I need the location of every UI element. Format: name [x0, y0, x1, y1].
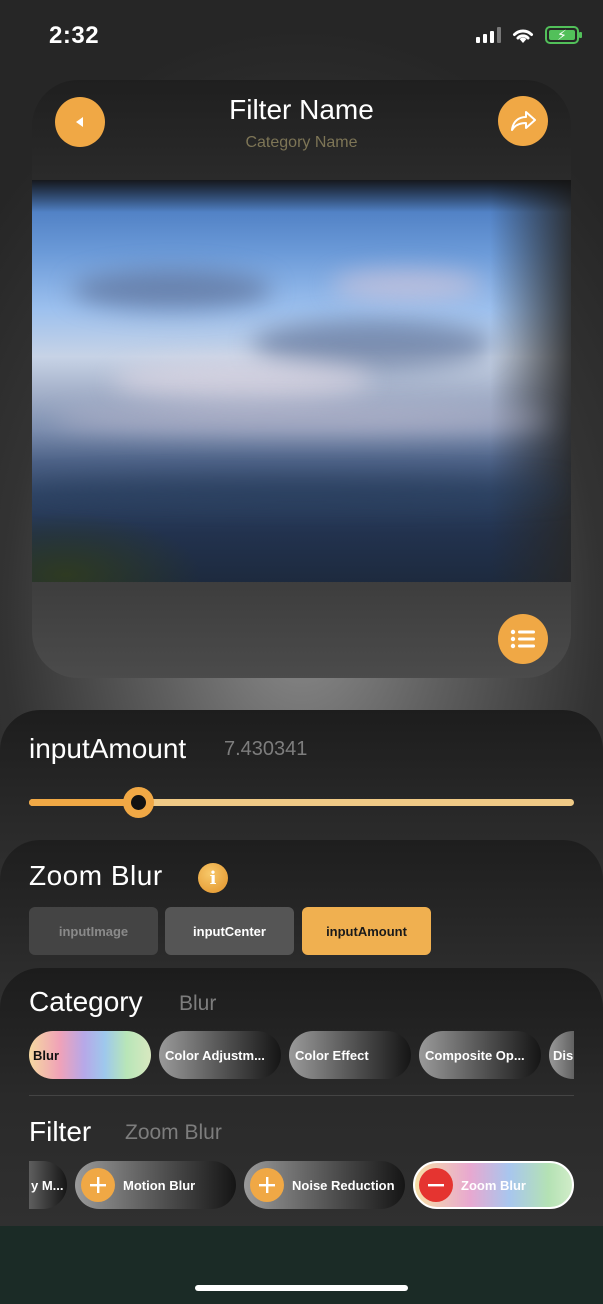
share-button[interactable] [498, 96, 548, 146]
add-icon [81, 1168, 115, 1202]
category-item-label: Dis [553, 1047, 574, 1063]
filter-title: Zoom Blur [29, 860, 163, 891]
category-item-color-effect[interactable]: Color Effect [289, 1031, 411, 1079]
input-chip-inputcenter[interactable]: inputCenter [165, 907, 294, 955]
remove-icon [419, 1168, 453, 1202]
slider-thumb[interactable] [123, 787, 154, 818]
category-item-label: Blur [33, 1047, 59, 1063]
filter-item-noise-reduction[interactable]: Noise Reduction [244, 1161, 405, 1209]
battery-charging-icon: ⚡ [545, 26, 582, 44]
filter-value: Zoom Blur [125, 1121, 222, 1144]
filter-item-label: Noise Reduction [292, 1177, 395, 1193]
info-icon: i [209, 867, 217, 889]
filter-item-label: y M... [31, 1177, 64, 1193]
filter-list-button[interactable] [498, 614, 548, 664]
filter-item-motion-blur[interactable]: Motion Blur [75, 1161, 236, 1209]
filter-item-label: Motion Blur [123, 1177, 196, 1193]
category-item-label: Color Adjustm... [165, 1047, 265, 1063]
category-item-distortion[interactable]: Dis [549, 1031, 574, 1079]
category-list[interactable]: Blur Color Adjustm... Color Effect Compo… [29, 1031, 574, 1079]
add-icon [250, 1168, 284, 1202]
input-chip-inputimage[interactable]: inputImage [29, 907, 158, 955]
divider [29, 1095, 574, 1096]
category-item-label: Color Effect [295, 1047, 369, 1063]
filter-name-title: Filter Name [229, 94, 374, 125]
status-icons: ⚡ [476, 26, 582, 44]
category-label: Category [29, 986, 143, 1017]
filter-item-zoom-blur[interactable]: Zoom Blur [413, 1161, 574, 1209]
list-icon [510, 629, 535, 649]
filter-item-partial[interactable]: y M... [29, 1161, 67, 1209]
parameter-slider[interactable] [29, 787, 574, 818]
filter-label: Filter [29, 1116, 92, 1147]
category-item-color-adjustment[interactable]: Color Adjustm... [159, 1031, 281, 1079]
bottom-bar [0, 1226, 603, 1304]
parameter-name: inputAmount [29, 733, 187, 764]
filter-item-label: Zoom Blur [461, 1177, 526, 1193]
info-button[interactable]: i [198, 863, 228, 893]
preview-card: Filter Name Category Name [32, 80, 571, 678]
wifi-icon [513, 29, 533, 43]
filter-list[interactable]: y M... Motion Blur Noise Reduction Zoom … [29, 1161, 574, 1209]
category-name-subtitle: Category Name [245, 134, 358, 151]
share-icon [511, 111, 536, 131]
parameter-value: 7.430341 [224, 738, 308, 760]
slider-fill [29, 799, 138, 806]
cellular-signal-icon [476, 27, 501, 43]
category-item-label: Composite Op... [425, 1047, 525, 1063]
input-chip-inputamount[interactable]: inputAmount [302, 907, 431, 955]
category-item-blur[interactable]: Blur [29, 1031, 151, 1079]
home-indicator[interactable] [195, 1285, 408, 1291]
status-time: 2:32 [49, 22, 100, 49]
category-item-composite-operation[interactable]: Composite Op... [419, 1031, 541, 1079]
category-value: Blur [179, 992, 217, 1015]
filtered-preview-image [32, 180, 571, 582]
picker-panel: Category Blur Blur Color Adjustm... Colo… [0, 968, 603, 1228]
